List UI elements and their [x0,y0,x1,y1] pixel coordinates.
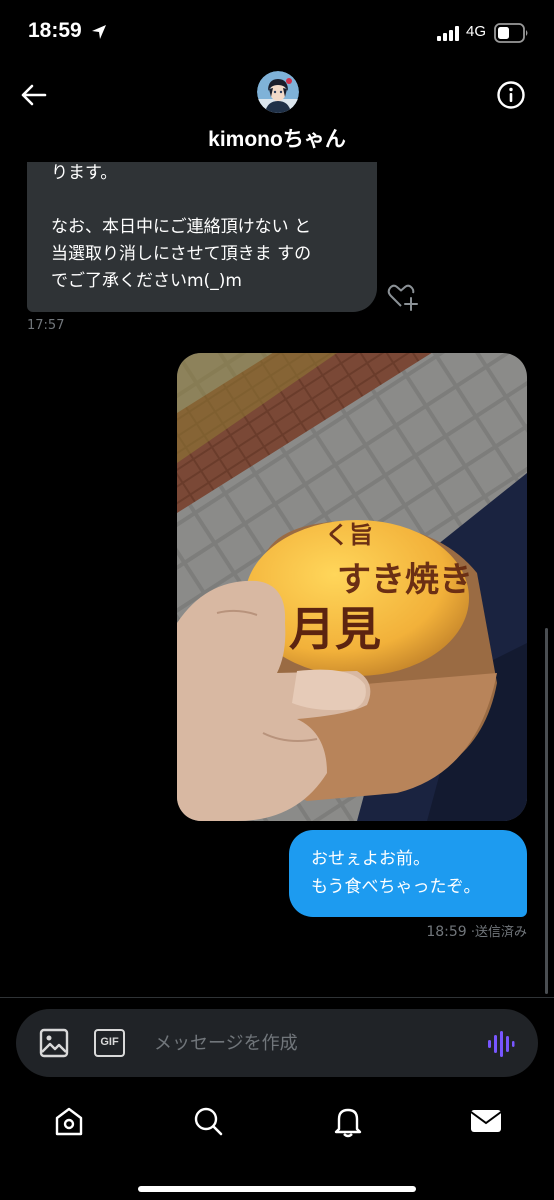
scrollbar[interactable] [545,628,548,994]
conversation-header: kimonoちゃん [0,66,554,162]
message-composer: GIF [16,1009,538,1077]
received-message-time: 17:57 [27,318,65,333]
conversation-title[interactable]: kimonoちゃん [0,123,554,153]
info-icon[interactable] [496,80,526,110]
gif-button[interactable]: GIF [94,1029,125,1057]
home-icon[interactable] [52,1104,86,1138]
image-icon[interactable] [39,1028,69,1058]
sent-message-bubble[interactable]: おせぇよお前。 もう食べちゃったぞ。 [289,830,527,917]
status-bar: 18:59 4G [0,0,554,66]
cellular-signal-icon [437,26,459,41]
network-type: 4G [466,23,487,40]
burger-label-big: 月見 [289,602,381,656]
photo-message[interactable]: く旨 すき焼き 月見 [177,353,527,821]
back-arrow-icon[interactable] [18,80,48,110]
voice-message-icon[interactable] [487,1030,515,1058]
sent-message-meta: 18:59 ·送信済み [426,921,527,940]
message-input[interactable] [154,1027,474,1059]
composer-divider [0,997,554,998]
add-reaction-heart-icon[interactable] [387,282,419,312]
battery-icon [494,23,528,43]
sent-message-time: 18:59 [426,924,467,940]
avatar[interactable] [257,71,299,113]
burger-label-top: く旨 [325,520,373,549]
notifications-icon[interactable] [331,1104,365,1138]
home-indicator[interactable] [138,1186,416,1192]
received-message-bubble[interactable]: ります。 なお、本日中にご連絡頂けない と 当選取り消しにさせて頂きま すの で… [27,140,377,312]
status-time: 18:59 [28,19,82,42]
location-arrow-icon [92,25,106,39]
search-icon[interactable] [191,1104,225,1138]
messages-icon[interactable] [469,1104,503,1138]
sent-message-status: ·送信済み [470,925,527,940]
dm-conversation-screen: 18:59 4G kimonoちゃん ります。 なお、本日中にご連絡頂けない と… [0,0,554,1200]
burger-label-main: すき焼き [337,560,473,600]
